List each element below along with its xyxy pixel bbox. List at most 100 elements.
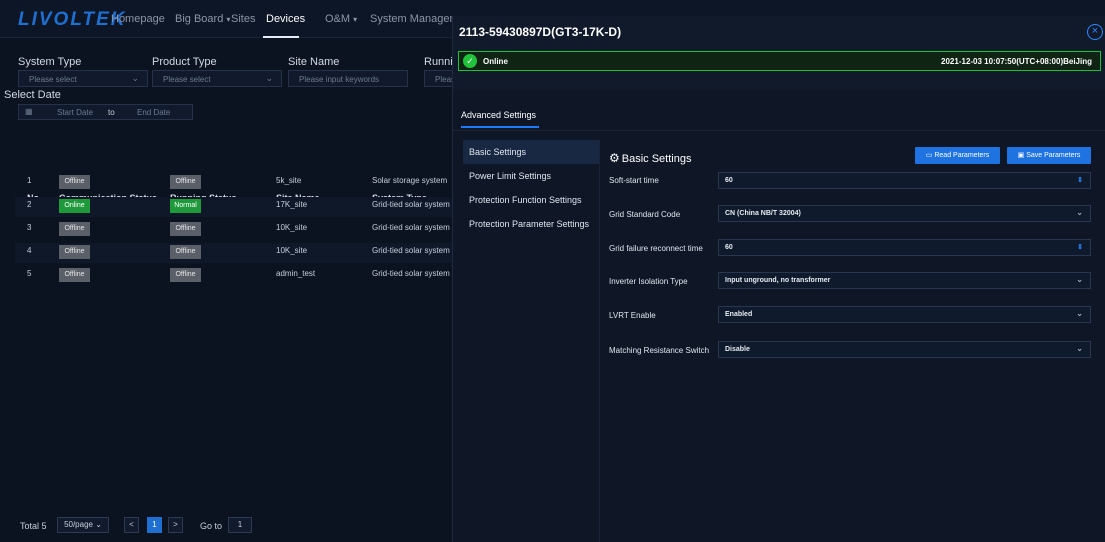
running-status-badge: Offline xyxy=(170,268,201,282)
device-title: 2113-59430897D(GT3-17K-D) xyxy=(459,25,622,39)
date-range-picker[interactable]: ▦ Start Date to End Date xyxy=(18,104,193,120)
communication-status-badge: Online xyxy=(59,199,90,213)
product-type-select[interactable]: Please select ⌄ xyxy=(152,70,282,87)
inverter-isolation-type-label: Inverter Isolation Type xyxy=(609,277,688,286)
device-status-bar: ✓ Online 2021-12-03 10:07:50(UTC+08:00)B… xyxy=(458,51,1101,71)
chevron-down-icon: ▾ xyxy=(226,15,231,24)
prev-page-button[interactable]: < xyxy=(124,517,139,533)
matching-resistance-switch-value: Disable xyxy=(725,346,750,353)
nav-om-label: O&M xyxy=(325,13,351,25)
product-type-placeholder: Please select xyxy=(163,75,211,84)
nav-system-management[interactable]: System Manageme xyxy=(370,13,465,25)
save-parameters-label: Save Parameters xyxy=(1026,152,1081,159)
system-type-cell: Grid-tied solar system xyxy=(372,223,450,232)
site-name-cell[interactable]: 17K_site xyxy=(276,200,307,209)
soft-start-time-label: Soft-start time xyxy=(609,176,659,185)
grid-failure-reconnect-time-value: 60 xyxy=(725,244,733,251)
soft-start-time-input[interactable]: 60 ⇕ xyxy=(718,172,1091,189)
menu-power-limit-settings[interactable]: Power Limit Settings xyxy=(463,164,599,188)
tab-divider xyxy=(453,130,1105,131)
save-icon: ▣ xyxy=(1017,152,1025,159)
chevron-down-icon: ⌄ xyxy=(1076,275,1083,284)
page-size-select[interactable]: 50/page ⌄ xyxy=(57,517,109,533)
system-type-label: System Type xyxy=(18,56,82,68)
grid-standard-code-label: Grid Standard Code xyxy=(609,210,681,219)
basic-settings-form: ⚙ Basic Settings ▭ Read Parameters ▣ Save… xyxy=(609,140,1096,540)
nav-homepage[interactable]: Homepage xyxy=(111,13,165,25)
close-icon[interactable]: × xyxy=(1087,24,1103,40)
inverter-isolation-type-value: Input unground, no transformer xyxy=(725,277,831,284)
chevron-down-icon: ▾ xyxy=(353,15,358,24)
product-type-label: Product Type xyxy=(152,56,217,68)
site-name-label: Site Name xyxy=(288,56,340,68)
grid-failure-reconnect-time-input[interactable]: 60 ⇕ xyxy=(718,239,1091,256)
site-name-cell[interactable]: admin_test xyxy=(276,269,315,278)
lvrt-enable-select[interactable]: Enabled ⌄ xyxy=(718,306,1091,323)
goto-page-input[interactable]: 1 xyxy=(228,517,252,533)
table-row[interactable]: 2 Online Normal 17K_site Grid-tied solar… xyxy=(15,197,460,217)
status-timestamp: 2021-12-03 10:07:50(UTC+08:00)BeiJing xyxy=(941,57,1092,66)
running-status-badge: Offline xyxy=(170,245,201,259)
spinner-icon[interactable]: ⇕ xyxy=(1077,176,1083,184)
grid-failure-reconnect-time-label: Grid failure reconnect time xyxy=(609,244,703,253)
chevron-down-icon: ⌄ xyxy=(1076,208,1083,217)
next-page-button[interactable]: > xyxy=(168,517,183,533)
settings-panel: Advanced Settings Basic Settings Power L… xyxy=(453,90,1105,542)
lvrt-enable-label: LVRT Enable xyxy=(609,311,656,320)
menu-protection-parameter-settings[interactable]: Protection Parameter Settings xyxy=(463,212,599,236)
total-count: Total 5 xyxy=(20,521,47,531)
row-no: 1 xyxy=(27,176,32,185)
site-name-cell[interactable]: 5k_site xyxy=(276,176,301,185)
tab-advanced-settings[interactable]: Advanced Settings xyxy=(461,110,536,120)
matching-resistance-switch-select[interactable]: Disable ⌄ xyxy=(718,341,1091,358)
nav-sites[interactable]: Sites xyxy=(231,13,255,25)
grid-standard-code-value: CN (China NB/T 32004) xyxy=(725,210,801,217)
site-name-cell[interactable]: 10K_site xyxy=(276,246,307,255)
system-type-placeholder: Please select xyxy=(29,75,77,84)
inverter-isolation-type-select[interactable]: Input unground, no transformer ⌄ xyxy=(718,272,1091,289)
menu-divider xyxy=(599,140,600,542)
site-name-input[interactable]: Please input keywords xyxy=(288,70,408,87)
table-row[interactable]: 3 Offline Offline 10K_site Grid-tied sol… xyxy=(15,220,460,240)
lvrt-enable-value: Enabled xyxy=(725,311,753,318)
save-parameters-button[interactable]: ▣ Save Parameters xyxy=(1007,147,1091,164)
running-status-badge: Offline xyxy=(170,175,201,189)
page-1-button[interactable]: 1 xyxy=(147,517,162,533)
read-parameters-button[interactable]: ▭ Read Parameters xyxy=(915,147,1000,164)
system-type-select[interactable]: Please select ⌄ xyxy=(18,70,148,87)
spinner-icon[interactable]: ⇕ xyxy=(1077,243,1083,251)
chevron-down-icon: ⌄ xyxy=(1076,309,1083,318)
site-name-cell[interactable]: 10K_site xyxy=(276,223,307,232)
nav-om[interactable]: O&M ▾ xyxy=(325,13,357,25)
menu-protection-function-settings[interactable]: Protection Function Settings xyxy=(463,188,599,212)
system-type-cell: Grid-tied solar system xyxy=(372,246,450,255)
nav-big-board[interactable]: Big Board ▾ xyxy=(175,13,230,25)
read-parameters-label: Read Parameters xyxy=(934,152,990,159)
soft-start-time-value: 60 xyxy=(725,177,733,184)
end-date-placeholder: End Date xyxy=(137,108,171,117)
table-row[interactable]: 1 Offline Offline 5k_site Solar storage … xyxy=(15,173,460,193)
chevron-down-icon: ⌄ xyxy=(265,73,273,83)
running-status-badge: Offline xyxy=(170,222,201,236)
settings-menu: Basic Settings Power Limit Settings Prot… xyxy=(463,140,599,540)
row-no: 2 xyxy=(27,200,32,209)
section-title-text: Basic Settings xyxy=(621,153,692,165)
running-status-badge: Normal xyxy=(170,199,201,213)
nav-devices[interactable]: Devices xyxy=(266,13,305,25)
calendar-icon: ▦ xyxy=(25,107,33,116)
date-range-separator: to xyxy=(108,108,115,117)
communication-status-badge: Offline xyxy=(59,222,90,236)
gear-icon: ⚙ xyxy=(609,151,620,165)
table-row[interactable]: 5 Offline Offline admin_test Grid-tied s… xyxy=(15,266,460,286)
menu-basic-settings[interactable]: Basic Settings xyxy=(463,140,599,164)
system-type-cell: Solar storage system xyxy=(372,176,448,185)
table-row[interactable]: 4 Offline Offline 10K_site Grid-tied sol… xyxy=(15,243,460,263)
grid-standard-code-select[interactable]: CN (China NB/T 32004) ⌄ xyxy=(718,205,1091,222)
communication-status-badge: Offline xyxy=(59,175,90,189)
device-detail-drawer: 2113-59430897D(GT3-17K-D) × ✓ Online 202… xyxy=(452,16,1105,542)
online-status-text: Online xyxy=(483,57,508,66)
matching-resistance-switch-label: Matching Resistance Switch xyxy=(609,346,710,355)
folder-icon: ▭ xyxy=(925,152,933,159)
chevron-down-icon: ⌄ xyxy=(1076,344,1083,353)
start-date-placeholder: Start Date xyxy=(57,108,94,117)
